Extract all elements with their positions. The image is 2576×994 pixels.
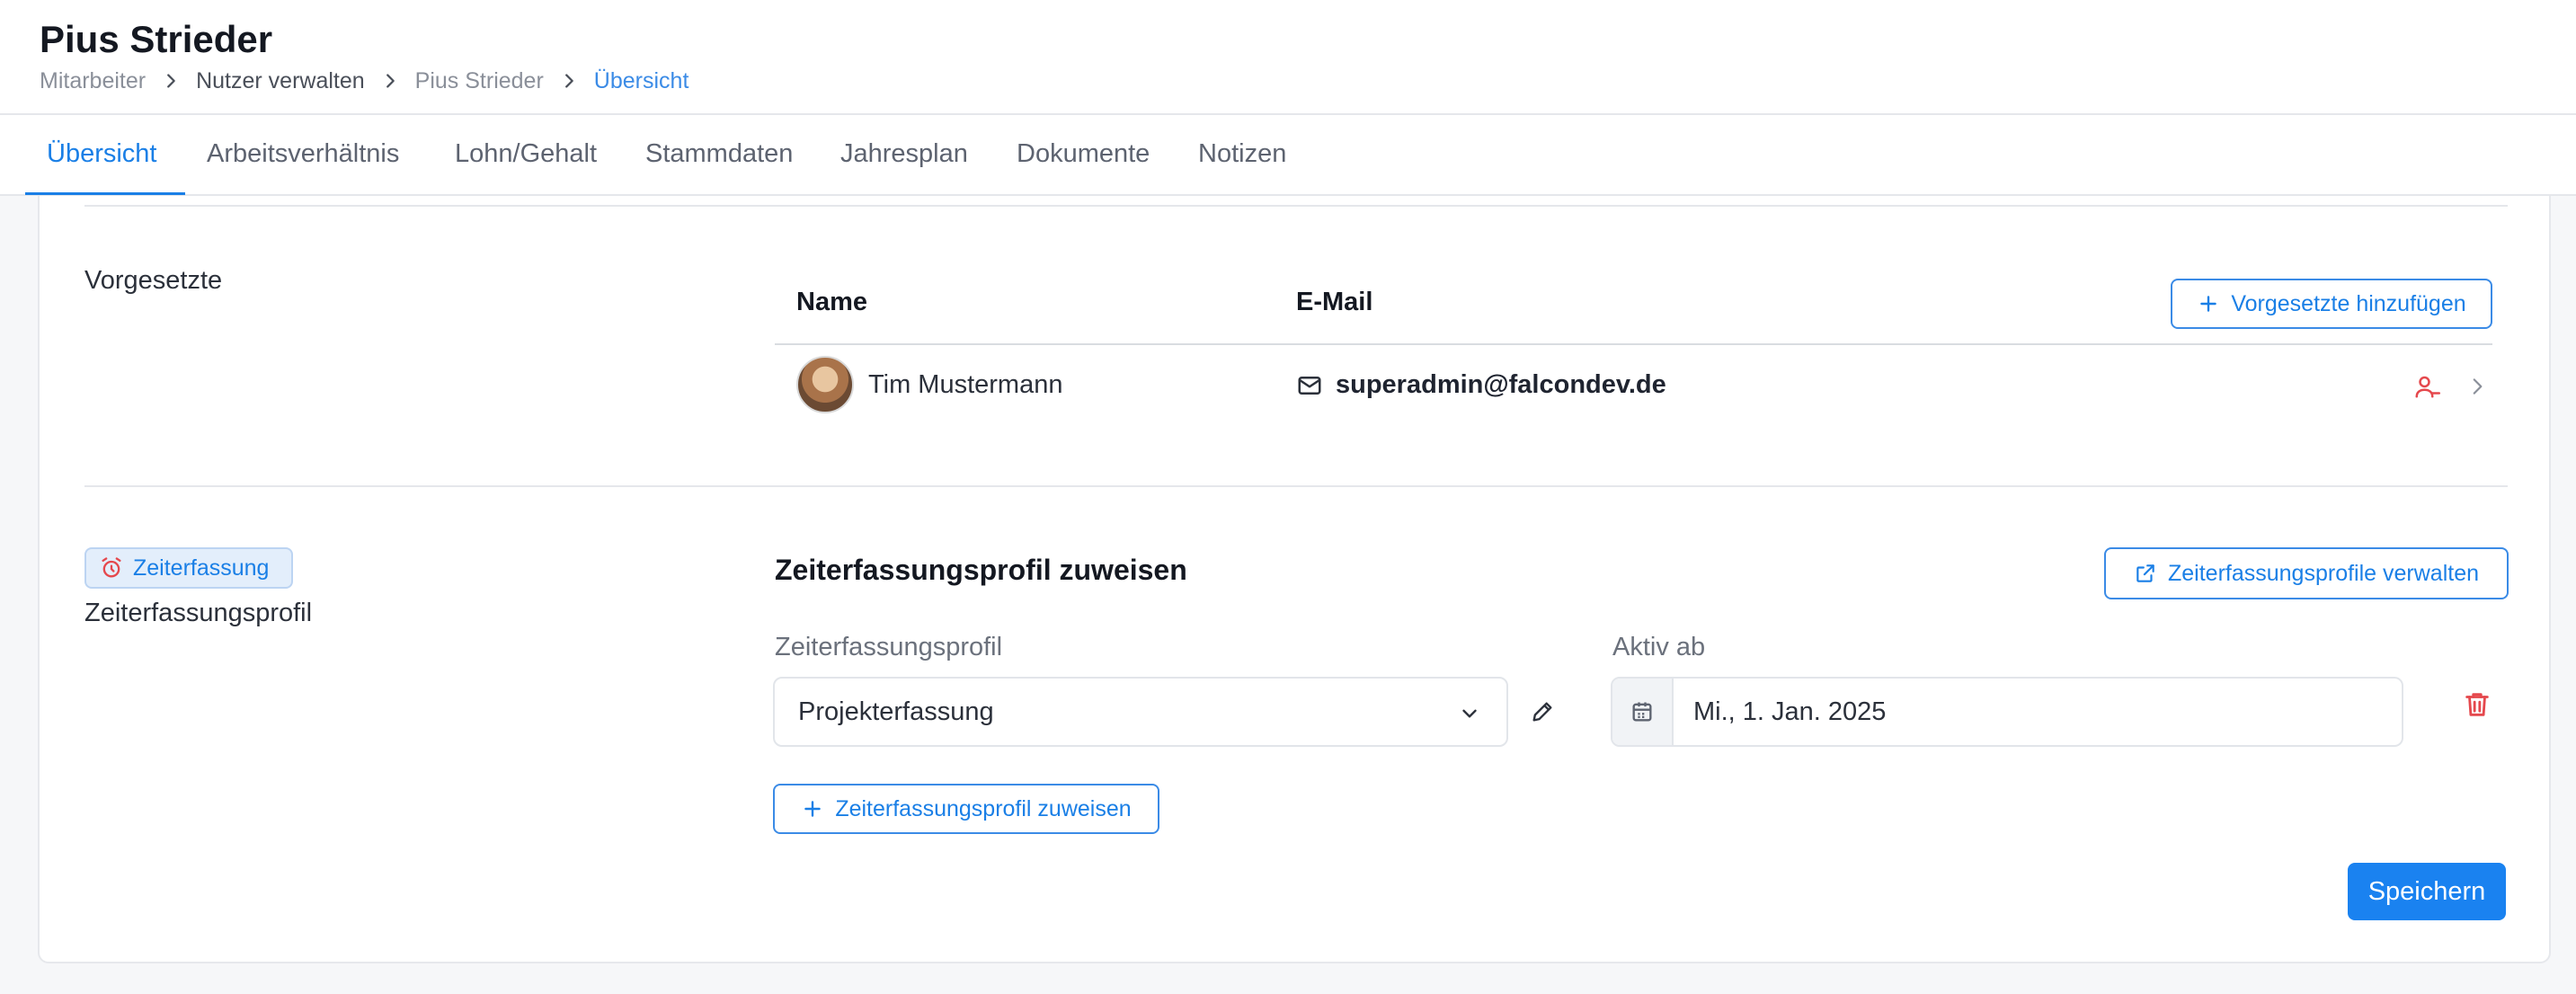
remove-supervisor-button[interactable]	[2409, 368, 2445, 404]
overview-card: Vorgesetzte Name E-Mail Vorgesetzte hinz…	[38, 196, 2551, 963]
breadcrumb: Mitarbeiter Nutzer verwalten Pius Stried…	[40, 67, 688, 95]
assign-profile-label: Zeiterfassungsprofil zuweisen	[835, 795, 1132, 821]
tab-notizen[interactable]: Notizen	[1198, 115, 1286, 196]
chevron-right-icon	[365, 71, 415, 91]
plus-icon	[2200, 296, 2217, 312]
plus-icon	[804, 801, 822, 817]
add-supervisor-button[interactable]: Vorgesetzte hinzufügen	[2171, 279, 2492, 329]
open-supervisor-button[interactable]	[2463, 372, 2492, 401]
calendar-addon[interactable]	[1612, 679, 1674, 745]
breadcrumb-item-current: Übersicht	[593, 67, 689, 93]
tab-bar: Übersicht Arbeitsverhältnis Lohn/Gehalt …	[0, 115, 2576, 196]
page-header: Pius Strieder Mitarbeiter Nutzer verwalt…	[0, 0, 2576, 115]
divider	[84, 205, 2508, 207]
chevron-right-icon	[146, 71, 196, 91]
active-tab-indicator	[25, 192, 185, 195]
active-from-date-value: Mi., 1. Jan. 2025	[1693, 697, 1887, 726]
save-button[interactable]: Speichern	[2348, 863, 2506, 920]
tab-dokumente[interactable]: Dokumente	[1017, 115, 1150, 196]
divider	[84, 485, 2508, 487]
add-supervisor-label: Vorgesetzte hinzufügen	[2231, 290, 2466, 316]
trash-icon	[2465, 693, 2489, 716]
calendar-icon	[1632, 702, 1652, 722]
badge-label: Zeiterfassung	[133, 555, 270, 581]
avatar	[796, 356, 854, 413]
tab-jahresplan[interactable]: Jahresplan	[840, 115, 968, 196]
manage-profiles-button[interactable]: Zeiterfassungsprofile verwalten	[2104, 547, 2509, 599]
user-minus-icon	[2415, 376, 2440, 398]
time-tracking-badge: Zeiterfassung	[84, 547, 293, 589]
active-from-date-input[interactable]: Mi., 1. Jan. 2025	[1611, 677, 2403, 747]
tab-lohn-gehalt[interactable]: Lohn/Gehalt	[455, 115, 597, 196]
breadcrumb-item-user[interactable]: Pius Strieder	[415, 68, 544, 94]
assign-profile-title: Zeiterfassungsprofil zuweisen	[775, 554, 1187, 586]
profile-field-label: Zeiterfassungsprofil	[775, 633, 1003, 661]
tab-stammdaten[interactable]: Stammdaten	[645, 115, 793, 196]
page-title: Pius Strieder	[40, 18, 273, 60]
supervisor-name: Tim Mustermann	[868, 370, 1063, 399]
alarm-clock-icon	[102, 557, 121, 578]
profile-select-value: Projekterfassung	[798, 697, 994, 726]
tab-uebersicht[interactable]: Übersicht	[47, 115, 157, 196]
delete-profile-button[interactable]	[2459, 685, 2495, 724]
edit-profile-button[interactable]	[1524, 694, 1560, 730]
manage-profiles-label: Zeiterfassungsprofile verwalten	[2168, 560, 2479, 586]
profile-select[interactable]: Projekterfassung	[773, 677, 1508, 747]
mail-icon	[1298, 377, 1321, 395]
supervisor-email: superadmin@falcondev.de	[1336, 370, 1666, 399]
chevron-right-icon	[2473, 378, 2483, 395]
pencil-icon	[1532, 702, 1552, 722]
chevron-down-icon	[1462, 709, 1477, 718]
chevron-right-icon	[544, 71, 594, 91]
column-header-email: E-Mail	[1296, 288, 1373, 316]
table-header-divider	[775, 343, 2492, 345]
tab-arbeitsverhaeltnis[interactable]: Arbeitsverhältnis	[207, 115, 399, 196]
breadcrumb-item-nutzer-verwalten[interactable]: Nutzer verwalten	[196, 68, 365, 94]
active-from-label: Aktiv ab	[1612, 633, 1706, 661]
assign-profile-button[interactable]: Zeiterfassungsprofil zuweisen	[773, 784, 1159, 834]
time-tracking-section-label: Zeiterfassungsprofil	[84, 599, 313, 627]
supervisors-section-label: Vorgesetzte	[84, 266, 223, 295]
breadcrumb-item-mitarbeiter[interactable]: Mitarbeiter	[40, 68, 146, 94]
external-link-icon	[2136, 564, 2154, 582]
column-header-name: Name	[796, 288, 867, 316]
